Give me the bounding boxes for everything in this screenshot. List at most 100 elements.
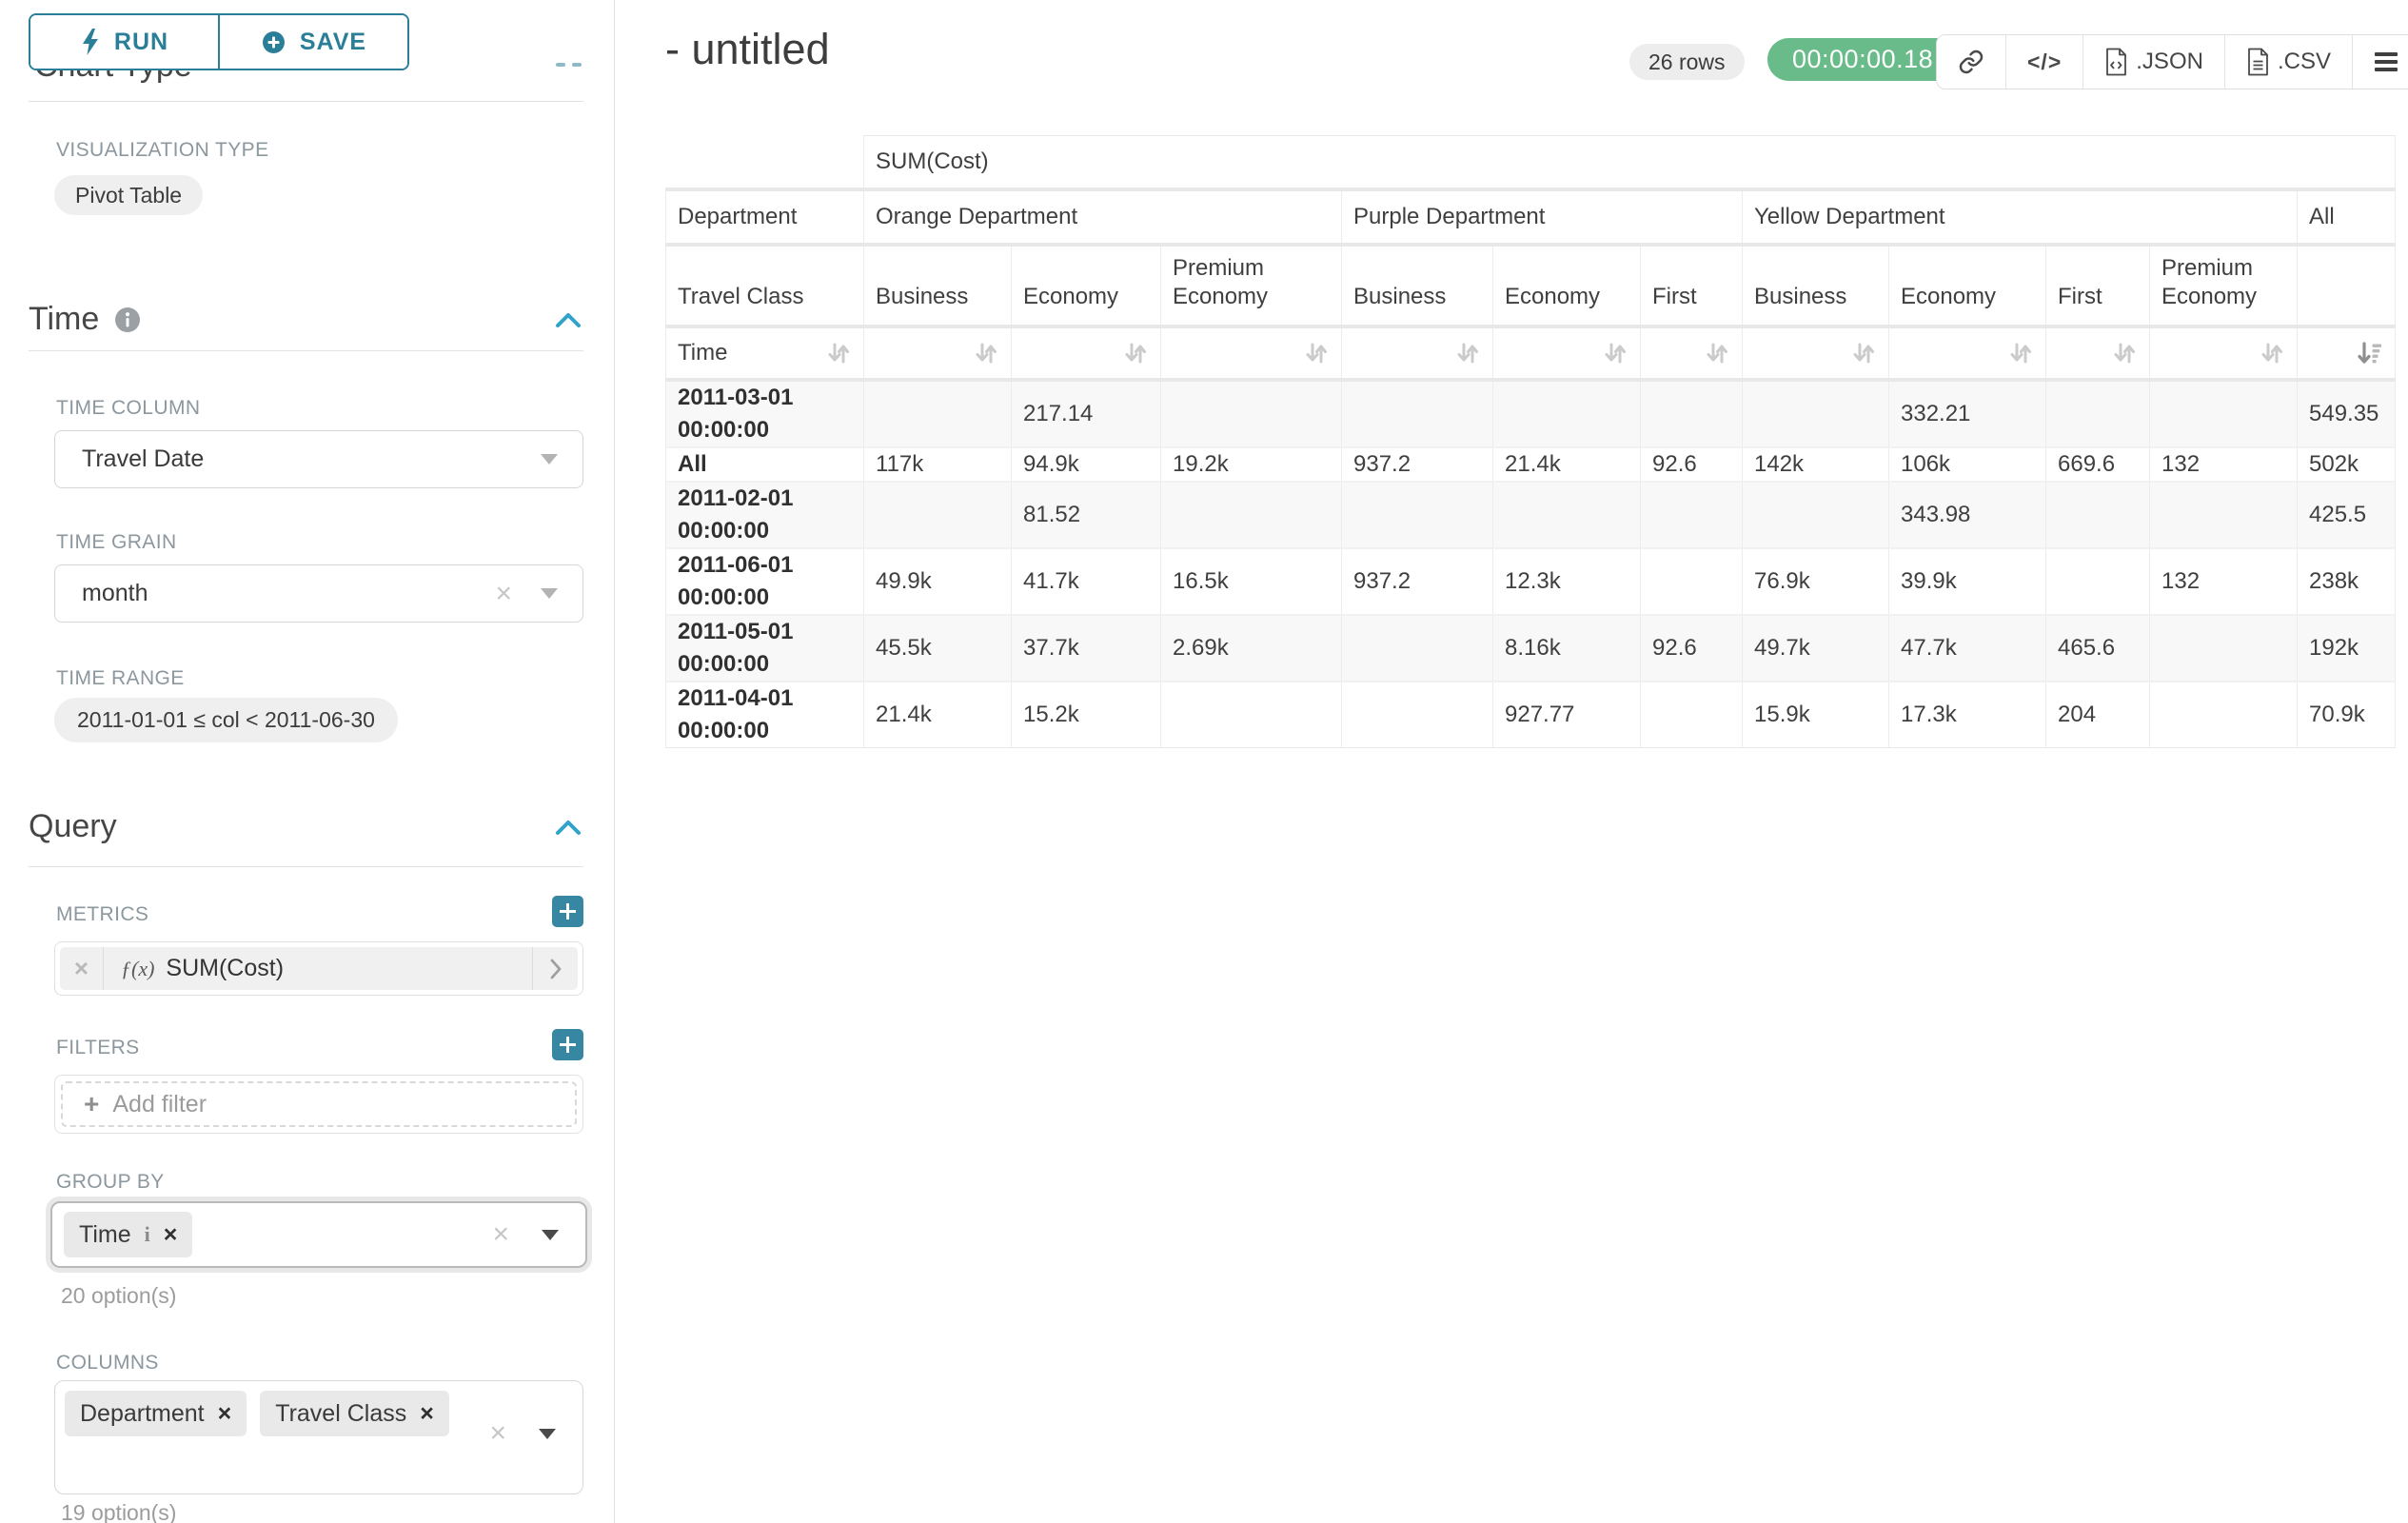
column-sort-header[interactable] <box>1493 326 1641 380</box>
column-sort-header[interactable] <box>1161 326 1342 380</box>
value-cell: 937.2 <box>1342 548 1493 615</box>
expand-metric-button[interactable] <box>532 947 578 990</box>
code-icon: </> <box>2027 49 2062 75</box>
time-sort-header[interactable]: Time <box>666 326 864 380</box>
chart-panel: - untitled 26 rows 00:00:00.18 </> <box>616 0 2408 1523</box>
time-grain-value: month <box>82 580 495 607</box>
value-cell: 937.2 <box>1342 447 1493 482</box>
sort-icon <box>2109 338 2140 368</box>
hamburger-menu-icon <box>2374 51 2398 72</box>
value-cell: 549.35 <box>2298 380 2396 447</box>
add-metric-button[interactable] <box>552 896 583 927</box>
value-cell: 70.9k <box>2298 682 2396 748</box>
column-sort-header[interactable] <box>1889 326 2046 380</box>
value-cell <box>2150 380 2298 447</box>
department-group-header: Yellow Department <box>1743 189 2298 245</box>
add-filter-plus-button[interactable] <box>552 1029 583 1060</box>
column-sort-header[interactable] <box>1743 326 1889 380</box>
export-csv-button[interactable]: .CSV <box>2224 35 2352 89</box>
chevron-up-icon[interactable] <box>553 818 583 837</box>
remove-tag-icon[interactable]: × <box>164 1221 178 1249</box>
query-section-header[interactable]: Query <box>29 808 583 845</box>
export-json-label: .JSON <box>2136 49 2203 75</box>
column-sort-header[interactable] <box>2046 326 2150 380</box>
columns-select[interactable]: Department× Travel Class × × <box>54 1380 583 1494</box>
column-sort-header[interactable] <box>1342 326 1493 380</box>
remove-metric-icon[interactable]: × <box>60 947 104 990</box>
value-cell <box>1342 682 1493 748</box>
chevron-up-icon[interactable] <box>553 310 583 329</box>
table-row: 2011-04-01 00:00:0021.4k15.2k927.7715.9k… <box>666 682 2396 748</box>
group-by-select[interactable]: Timei× × <box>50 1201 587 1268</box>
share-link-button[interactable] <box>1937 35 2005 89</box>
save-button[interactable]: SAVE <box>218 15 407 69</box>
time-section-header[interactable]: Time <box>29 301 583 338</box>
time-section-title: Time <box>29 301 99 338</box>
column-sort-header[interactable] <box>1012 326 1161 380</box>
metrics-label: METRICS <box>56 903 148 926</box>
value-cell: 192k <box>2298 615 2396 682</box>
clear-icon[interactable]: × <box>489 1419 506 1448</box>
run-button[interactable]: RUN <box>30 15 218 69</box>
filters-label: FILTERS <box>56 1037 140 1059</box>
divider <box>29 350 583 351</box>
add-filter-button[interactable]: + Add filter <box>61 1081 577 1127</box>
selected-option-tag[interactable]: Timei× <box>64 1212 192 1257</box>
value-cell: 21.4k <box>864 682 1012 748</box>
chart-title[interactable]: - untitled <box>665 25 830 74</box>
column-info-icon[interactable]: i <box>145 1222 150 1247</box>
row-time-label: 2011-05-01 00:00:00 <box>666 615 864 682</box>
value-cell: 2.69k <box>1161 615 1342 682</box>
time-grain-label: TIME GRAIN <box>56 531 177 554</box>
link-icon <box>1958 49 1984 75</box>
column-sort-header[interactable] <box>2298 326 2396 380</box>
travel-class-header: Business <box>1342 245 1493 326</box>
column-sort-header[interactable] <box>2150 326 2298 380</box>
sort-icon <box>1452 338 1483 368</box>
time-column-value: Travel Date <box>82 445 541 473</box>
visualization-type-pill[interactable]: Pivot Table <box>54 175 203 215</box>
value-cell: 238k <box>2298 548 2396 615</box>
export-json-button[interactable]: .JSON <box>2082 35 2224 89</box>
column-sort-header[interactable] <box>1641 326 1743 380</box>
column-sort-header[interactable] <box>864 326 1012 380</box>
travel-class-header: Economy <box>1889 245 2046 326</box>
remove-tag-icon[interactable]: × <box>218 1400 232 1428</box>
time-range-pill[interactable]: 2011-01-01 ≤ col < 2011-06-30 <box>54 698 398 742</box>
time-column-select[interactable]: Travel Date <box>54 430 583 488</box>
chevron-down-icon <box>541 454 558 465</box>
chart-type-collapse-icon[interactable] <box>556 63 582 67</box>
value-cell: 16.5k <box>1161 548 1342 615</box>
value-cell: 92.6 <box>1641 615 1743 682</box>
value-cell <box>1342 482 1493 548</box>
selected-option-tag[interactable]: Department× <box>65 1391 247 1436</box>
value-cell: 15.9k <box>1743 682 1889 748</box>
time-dimension-label: Time <box>678 340 727 366</box>
divider <box>29 101 583 102</box>
value-cell <box>2046 548 2150 615</box>
value-cell: 21.4k <box>1493 447 1641 482</box>
pivot-corner-cell <box>666 136 864 189</box>
sort-icon <box>1120 338 1151 368</box>
menu-button[interactable] <box>2352 35 2408 89</box>
clear-icon[interactable]: × <box>495 580 512 608</box>
time-grain-select[interactable]: month × <box>54 564 583 623</box>
tag-label: Travel Class <box>275 1400 406 1428</box>
view-query-button[interactable]: </> <box>2005 35 2082 89</box>
run-save-button-group: RUN SAVE <box>29 13 409 70</box>
sort-icon <box>1600 338 1630 368</box>
info-icon[interactable] <box>114 307 141 333</box>
clear-icon[interactable]: × <box>492 1220 509 1249</box>
plus-icon: + <box>84 1089 99 1119</box>
row-time-label: 2011-03-01 00:00:00 <box>666 380 864 447</box>
value-cell: 45.5k <box>864 615 1012 682</box>
sort-icon <box>2257 338 2287 368</box>
remove-tag-icon[interactable]: × <box>420 1400 434 1428</box>
value-cell <box>1342 380 1493 447</box>
value-cell <box>1342 615 1493 682</box>
value-cell <box>1641 682 1743 748</box>
metric-pill[interactable]: × ƒ(x) SUM(Cost) <box>60 947 578 990</box>
selected-option-tag[interactable]: Travel Class × <box>260 1391 449 1436</box>
value-cell: 117k <box>864 447 1012 482</box>
value-cell: 142k <box>1743 447 1889 482</box>
